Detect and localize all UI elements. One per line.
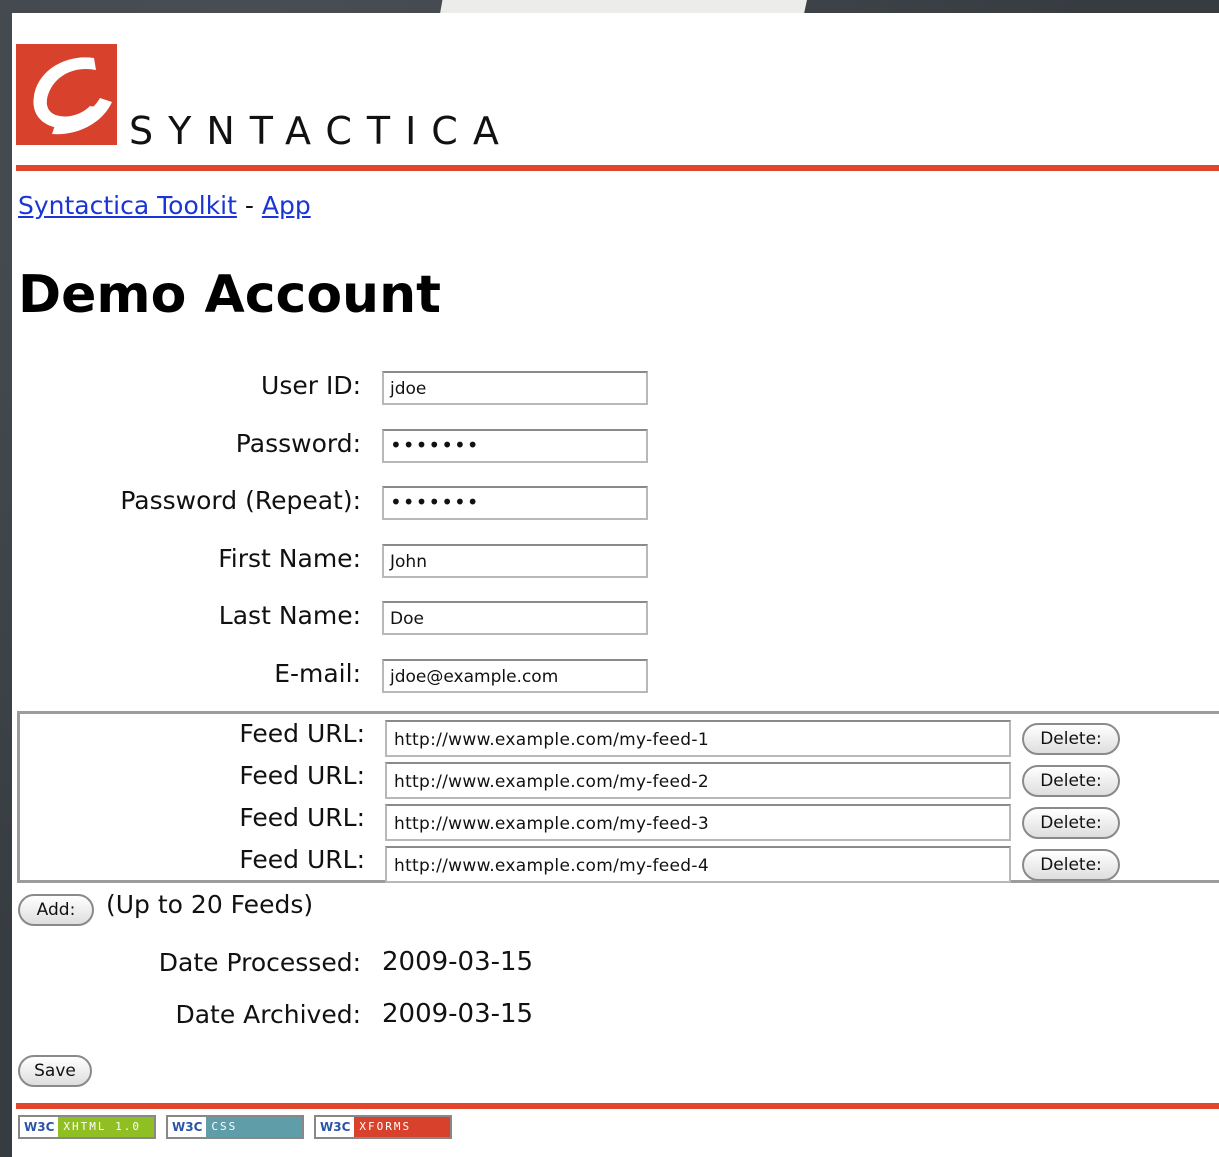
email-field[interactable]: jdoe@example.com	[382, 659, 648, 693]
add-feed-button[interactable]: Add:	[18, 894, 94, 926]
delete-feed-button[interactable]: Delete:	[1022, 849, 1120, 881]
xhtml-badge[interactable]: W3C XHTML 1.0	[18, 1115, 156, 1139]
feed-url-input[interactable]: http://www.example.com/my-feed-4	[385, 846, 1011, 883]
last-name-field[interactable]: Doe	[382, 601, 648, 635]
feed-url-input[interactable]: http://www.example.com/my-feed-2	[385, 762, 1011, 799]
delete-feed-button[interactable]: Delete:	[1022, 765, 1120, 797]
feed-url-label: Feed URL:	[239, 803, 365, 832]
password-repeat-field[interactable]: •••••••	[382, 486, 648, 520]
feed-url-label: Feed URL:	[239, 719, 365, 748]
password-label: Password:	[235, 429, 361, 458]
syntactica-logo-icon	[16, 44, 117, 145]
badge-tag: XHTML 1.0	[58, 1117, 154, 1137]
first-name-field[interactable]: John	[382, 544, 648, 578]
delete-feed-button[interactable]: Delete:	[1022, 807, 1120, 839]
w3c-logo-icon: W3C	[168, 1117, 207, 1137]
password-repeat-label: Password (Repeat):	[120, 486, 361, 515]
save-button[interactable]: Save	[18, 1055, 92, 1087]
footer-rule	[16, 1103, 1219, 1109]
user-id-label: User ID:	[261, 371, 361, 400]
date-processed-label: Date Processed:	[158, 948, 361, 977]
w3c-logo-icon: W3C	[316, 1117, 355, 1137]
email-label: E-mail:	[274, 659, 361, 688]
badge-tag: CSS	[206, 1117, 302, 1137]
date-processed-value: 2009-03-15	[382, 947, 534, 977]
feed-url-label: Feed URL:	[239, 845, 365, 874]
feed-url-input[interactable]: http://www.example.com/my-feed-3	[385, 804, 1011, 841]
w3c-logo-icon: W3C	[20, 1117, 59, 1137]
xforms-badge[interactable]: W3C XFORMS	[314, 1115, 452, 1139]
breadcrumb-link-app[interactable]: App	[262, 191, 311, 220]
user-id-field[interactable]: jdoe	[382, 371, 648, 405]
password-field[interactable]: •••••••	[382, 429, 648, 463]
breadcrumb: Syntactica Toolkit - App	[18, 191, 311, 220]
date-archived-value: 2009-03-15	[382, 999, 534, 1029]
page-title: Demo Account	[18, 265, 441, 325]
feed-url-label: Feed URL:	[239, 761, 365, 790]
brand-wordmark: SYNTACTICA	[129, 109, 514, 153]
breadcrumb-separator: -	[244, 191, 254, 220]
last-name-label: Last Name:	[218, 601, 361, 630]
feed-url-input[interactable]: http://www.example.com/my-feed-1	[385, 720, 1011, 757]
page: SYNTACTICA Syntactica Toolkit - App Demo…	[12, 13, 1219, 1157]
delete-feed-button[interactable]: Delete:	[1022, 723, 1120, 755]
feed-limit-note: (Up to 20 Feeds)	[106, 890, 314, 919]
breadcrumb-link-toolkit[interactable]: Syntactica Toolkit	[18, 191, 237, 220]
header-rule	[16, 165, 1219, 171]
badge-tag: XFORMS	[354, 1117, 450, 1137]
first-name-label: First Name:	[218, 544, 361, 573]
date-archived-label: Date Archived:	[175, 1000, 361, 1029]
css-badge[interactable]: W3C CSS	[166, 1115, 304, 1139]
